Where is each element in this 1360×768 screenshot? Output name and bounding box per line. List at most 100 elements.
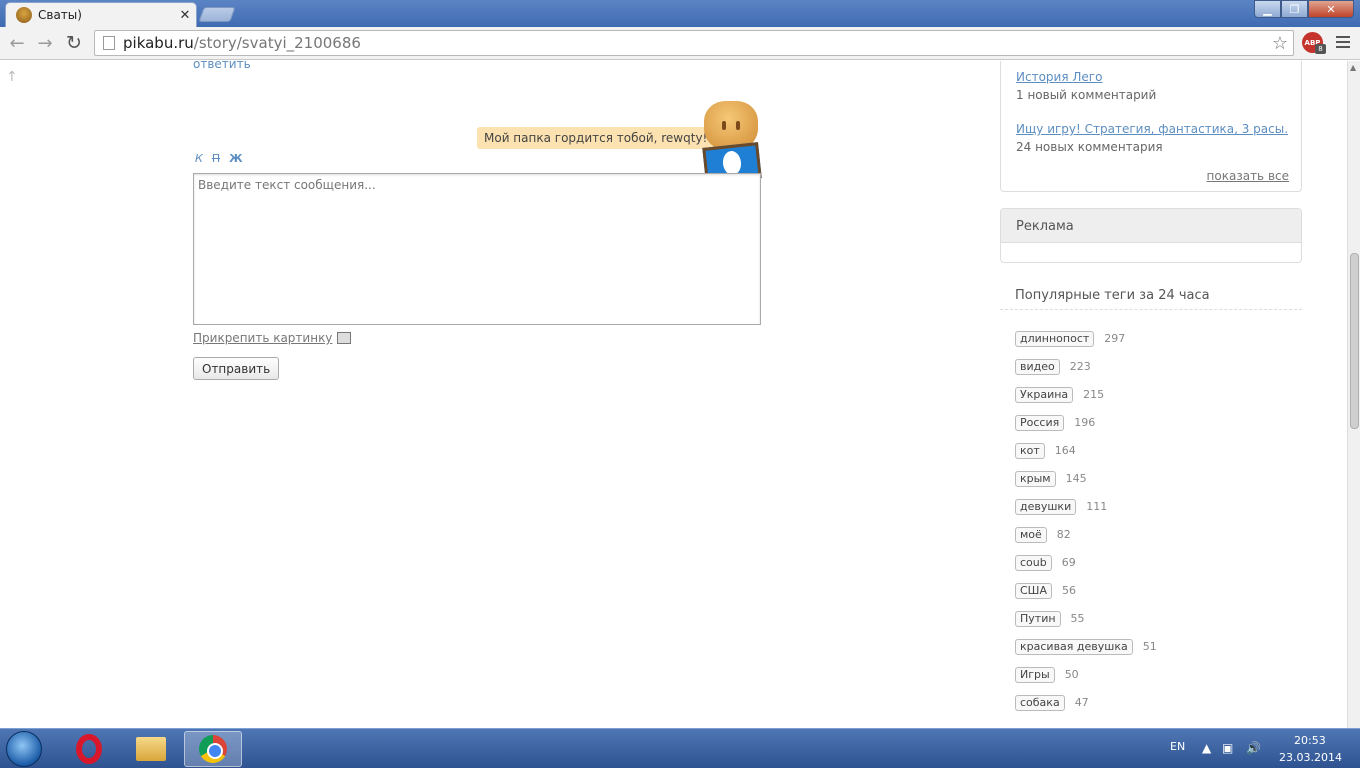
reply-link[interactable]: ответить [193,61,251,71]
menu-icon[interactable] [1336,36,1350,50]
tag-link[interactable]: девушки [1015,499,1077,515]
network-icon[interactable]: ▣ [1222,741,1233,755]
tag-count: 51 [1142,640,1157,653]
close-window-icon[interactable]: ✕ [1308,0,1354,18]
tag-count: 82 [1056,528,1071,541]
tag-count: 297 [1104,332,1126,345]
tags-divider [1000,309,1302,310]
opera-icon [76,734,102,764]
tag-row: Игры 50 [1015,667,1157,695]
tag-row: кот 164 [1015,443,1157,471]
tag-link[interactable]: Игры [1015,667,1055,683]
tag-link[interactable]: длиннопост [1015,331,1095,347]
italic-button[interactable]: К [195,152,203,165]
tab-active[interactable]: Сваты) ✕ [5,2,197,27]
minimize-icon[interactable]: ▁ [1254,0,1281,18]
tab-title: Сваты) [38,8,82,22]
tag-row: собака 47 [1015,695,1157,723]
attach-image[interactable]: Прикрепить картинку [193,331,352,345]
page-viewport: ↑ ответить Мой папка гордится тобой, rew… [0,61,1347,728]
page-scrollbar[interactable]: ▲ [1347,61,1360,728]
url-text[interactable]: pikabu.ru/story/svatyi_2100686 [123,34,1272,52]
comment-textarea[interactable] [193,173,761,325]
tags-list: длиннопост 297 видео 223 Украина 215 Россия 196… [1015,331,1157,723]
scroll-thumb[interactable] [1350,253,1359,429]
tag-row: США 56 [1015,583,1157,611]
tag-count: 215 [1083,388,1105,401]
send-button[interactable]: Отправить [193,357,280,380]
tag-link[interactable]: кот [1015,443,1045,459]
taskbar-opera[interactable] [60,731,118,767]
windows-taskbar: EN ▲ ▣ 🔊 20:53 23.03.2014 [0,728,1360,768]
story-link[interactable]: Ищу игру! Стратегия, фантастика, 3 расы. [1016,122,1288,136]
volume-icon[interactable]: 🔊 [1246,741,1261,755]
mascot-eye [722,121,726,130]
tag-count: 55 [1070,612,1085,625]
tray-language[interactable]: EN [1170,740,1185,753]
bold-button[interactable]: Ж [229,152,242,165]
tag-link[interactable]: крым [1015,471,1056,487]
attach-image-link[interactable]: Прикрепить картинку [193,331,332,345]
stories-widget: История Лего 1 новый комментарий Ищу игр… [1000,61,1302,192]
new-tab-button[interactable] [198,7,236,22]
page-icon [103,36,115,50]
address-bar[interactable]: pikabu.ru/story/svatyi_2100686 ☆ [94,30,1294,56]
ad-widget: Реклама [1000,208,1302,263]
tag-link[interactable]: видео [1015,359,1060,375]
maximize-icon[interactable]: ❐ [1281,0,1308,18]
taskbar-explorer[interactable] [122,731,180,767]
tag-row: крым 145 [1015,471,1157,499]
scroll-up-icon[interactable]: ▲ [1350,63,1356,72]
tag-row: Россия 196 [1015,415,1157,443]
folder-icon [136,737,166,761]
story-link[interactable]: История Лего [1016,70,1102,84]
mascot-eye [736,121,740,130]
tag-count: 50 [1064,668,1079,681]
story-comment-count: 1 новый комментарий [1016,88,1157,102]
clock-time[interactable]: 20:53 [1294,734,1326,747]
forward-arrow-icon[interactable]: → [34,32,56,54]
ad-title: Реклама [1001,209,1301,243]
tag-link[interactable]: coub [1015,555,1052,571]
tray-expand-icon[interactable]: ▲ [1202,741,1211,755]
back-arrow-icon[interactable]: ← [6,32,28,54]
tab-close-icon[interactable]: ✕ [176,8,194,23]
tag-row: девушки 111 [1015,499,1157,527]
strike-button[interactable]: П [212,152,220,165]
browser-toolbar: ← → ↻ pikabu.ru/story/svatyi_2100686 ☆ A… [0,27,1360,60]
tag-link[interactable]: моё [1015,527,1047,543]
start-button[interactable] [6,731,42,767]
chrome-icon [199,735,227,763]
pikabu-favicon-icon [16,7,32,23]
url-host: pikabu.ru [123,34,194,52]
bookmark-star-icon[interactable]: ☆ [1272,33,1288,54]
tag-count: 56 [1061,584,1076,597]
tag-row: coub 69 [1015,555,1157,583]
tag-link[interactable]: Путин [1015,611,1061,627]
tag-link[interactable]: Россия [1015,415,1065,431]
tag-row: длиннопост 297 [1015,331,1157,359]
window-titlebar: Сваты) ✕ ▁ ❐ ✕ [0,0,1360,27]
url-path: /story/svatyi_2100686 [193,34,361,52]
tag-link[interactable]: США [1015,583,1052,599]
tag-link[interactable]: красивая девушка [1015,639,1133,655]
adblock-count-badge: 8 [1315,44,1326,54]
show-all-link[interactable]: показать все [1207,169,1289,183]
story-comment-count: 24 новых комментария [1016,140,1163,154]
taskbar-chrome[interactable] [184,731,242,767]
tag-count: 164 [1054,444,1076,457]
tag-link[interactable]: собака [1015,695,1065,711]
scroll-top-arrow-icon[interactable]: ↑ [6,69,18,85]
tag-count: 196 [1074,416,1096,429]
mascot-face [721,150,743,176]
tag-row: Путин 55 [1015,611,1157,639]
tag-row: моё 82 [1015,527,1157,555]
tag-count: 111 [1086,500,1108,513]
clock-date[interactable]: 23.03.2014 [1279,751,1342,764]
image-icon [337,332,352,344]
mascot-speech-bubble: Мой папка гордится тобой, rewqty! [477,127,715,149]
format-toolbar: К П Ж [195,152,243,165]
tag-link[interactable]: Украина [1015,387,1074,403]
reload-icon[interactable]: ↻ [63,32,85,54]
tag-row: Украина 215 [1015,387,1157,415]
